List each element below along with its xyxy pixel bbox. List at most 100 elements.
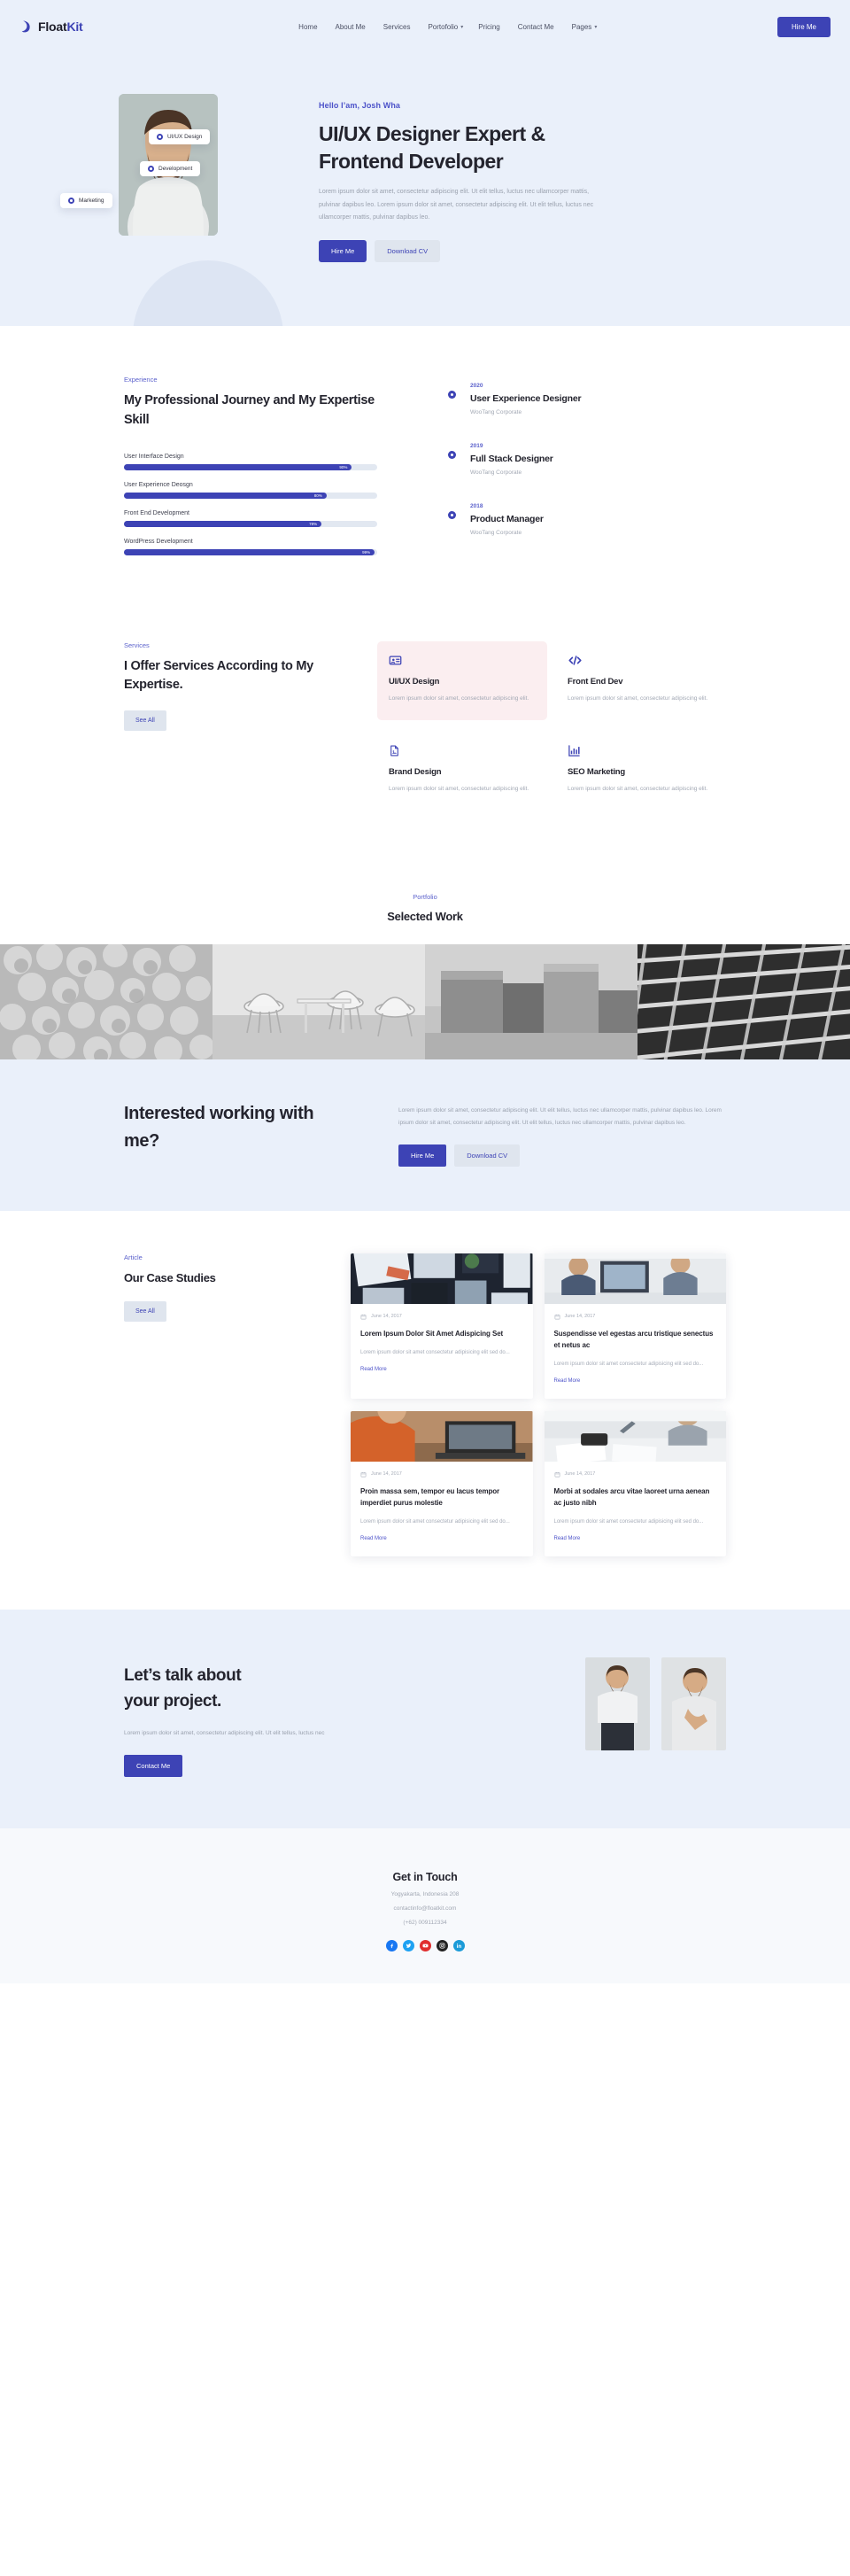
portfolio-item-cubes[interactable]	[425, 944, 638, 1060]
hero-chip-uiux-design: UI/UX Design	[149, 129, 211, 144]
portfolio-item-grid-ceiling[interactable]	[638, 944, 850, 1060]
twitter-icon	[406, 1944, 411, 1949]
article-read-more-link[interactable]: Read More	[360, 1367, 387, 1372]
article-date-text: June 14, 2017	[371, 1314, 402, 1320]
service-card-seo-marketing[interactable]: SEO Marketing Lorem ipsum dolor sit amet…	[556, 732, 726, 811]
article-card[interactable]: June 14, 2017 Morbi at sodales arcu vita…	[544, 1410, 726, 1556]
footer-phone[interactable]: (+62) 009112334	[0, 1920, 850, 1926]
article-read-more-link[interactable]: Read More	[360, 1536, 387, 1541]
social-link-twitter[interactable]	[402, 1940, 414, 1952]
nav-hire-me-button[interactable]: Hire Me	[777, 16, 831, 37]
bullet-dot-icon	[157, 134, 163, 140]
timeline-year: 2019	[470, 443, 483, 450]
timeline-dot-icon	[448, 451, 456, 460]
portfolio-item-chairs[interactable]	[212, 944, 425, 1060]
hero-title-line-2: Frontend Developer	[319, 149, 504, 173]
article-date-text: June 14, 2017	[564, 1471, 596, 1478]
hero-description: Lorem ipsum dolor sit amet, consectetur …	[319, 189, 594, 221]
hero-actions: Hire Me Download CV	[319, 240, 779, 263]
social-link-instagram[interactable]	[436, 1940, 448, 1952]
talk-photo-thinking	[661, 1657, 726, 1750]
timeline-company: WooTang Corporate	[470, 530, 522, 537]
nav-links: Home About Me Services Portofolio ▾ Prici…	[263, 23, 597, 31]
chevron-down-icon: ▾	[594, 24, 598, 30]
nav-item-about-me[interactable]: About Me	[336, 23, 368, 31]
article-thumbnail	[544, 1410, 726, 1462]
article-card[interactable]: June 14, 2017 Proin massa sem, tempor eu…	[351, 1410, 533, 1556]
article-thumbnail	[351, 1410, 533, 1462]
man-orange-shirt-laptop-image	[351, 1410, 533, 1462]
article-date: June 14, 2017	[360, 1314, 523, 1320]
portfolio-label: Portfolio	[413, 892, 437, 901]
article-read-more-link[interactable]: Read More	[554, 1378, 581, 1384]
social-link-youtube[interactable]	[419, 1940, 431, 1952]
two-men-at-computer-image	[544, 1253, 726, 1304]
service-card-brand-design[interactable]: Brand Design Lorem ipsum dolor sit amet,…	[377, 732, 547, 811]
skill-percent: 78%	[309, 521, 318, 526]
article-excerpt: Lorem ipsum dolor sit amet consectetur a…	[553, 1519, 704, 1525]
nav-item-services[interactable]: Services	[383, 23, 413, 31]
timeline-year: 2018	[470, 503, 483, 510]
talk-title-line-2: your project.	[124, 1692, 221, 1711]
cta-hire-me-button[interactable]: Hire Me	[398, 1144, 447, 1167]
bullet-dot-icon	[68, 198, 74, 204]
calendar-icon	[360, 1314, 367, 1320]
service-card-uiux-design[interactable]: UI/UX Design Lorem ipsum dolor sit amet,…	[377, 640, 547, 721]
calendar-icon	[360, 1471, 367, 1478]
article-date: June 14, 2017	[554, 1471, 717, 1478]
nav-item-pricing[interactable]: Pricing	[478, 23, 502, 31]
experience-heading: My Professional Journey and My Expertise…	[124, 393, 375, 427]
nav-item-portofolio[interactable]: Portofolio ▾	[428, 23, 463, 31]
social-link-facebook[interactable]	[385, 1940, 398, 1952]
nav-item-pages[interactable]: Pages ▾	[572, 23, 598, 31]
portfolio-item-spheres[interactable]	[0, 944, 212, 1060]
timeline-role: Full Stack Designer	[470, 454, 553, 465]
service-description: Lorem ipsum dolor sit amet, consectetur …	[568, 694, 708, 702]
services-see-all-button[interactable]: See All	[124, 710, 166, 732]
services-heading: I Offer Services According to My Experti…	[124, 658, 313, 693]
cta-download-cv-button[interactable]: Download CV	[454, 1144, 521, 1167]
nav-item-contact-me[interactable]: Contact Me	[518, 23, 557, 31]
hero-download-cv-button[interactable]: Download CV	[375, 240, 441, 263]
meeting-desk-papers-image	[544, 1410, 726, 1462]
article-read-more-link[interactable]: Read More	[554, 1536, 581, 1541]
article-card[interactable]: June 14, 2017 Suspendisse vel egestas ar…	[544, 1253, 726, 1399]
article-thumbnail	[351, 1253, 533, 1304]
portfolio-section: Portfolio Selected Work	[0, 861, 850, 1060]
hero-chip-development: Development	[140, 161, 201, 176]
service-description: Lorem ipsum dolor sit amet, consectetur …	[389, 694, 529, 702]
timeline-company: WooTang Corporate	[470, 409, 522, 416]
article-excerpt: Lorem ipsum dolor sit amet consectetur a…	[553, 1362, 704, 1368]
skill-name: WordPress Development	[124, 538, 193, 545]
social-link-linkedin[interactable]	[452, 1940, 465, 1952]
bullet-dot-icon	[148, 166, 154, 172]
experience-section: Experience My Professional Journey and M…	[0, 326, 850, 602]
nav-item-home[interactable]: Home	[298, 23, 320, 31]
articles-see-all-button[interactable]: See All	[124, 1301, 166, 1323]
skill-progress-track: 99%	[124, 548, 377, 555]
talk-photo-standing	[585, 1657, 650, 1750]
id-card-icon	[389, 656, 402, 665]
articles-section: Article Our Case Studies See All June 14…	[0, 1211, 850, 1610]
timeline-dot-icon	[448, 511, 456, 520]
experience-label: Experience	[124, 376, 158, 384]
skill-item: WordPress Development 99%	[124, 539, 377, 555]
hero-title-line-1: UI/UX Designer Expert &	[319, 122, 545, 145]
article-date: June 14, 2017	[554, 1314, 717, 1320]
article-title: Morbi at sodales arcu vitae laoreet urna…	[553, 1486, 710, 1507]
article-date-text: June 14, 2017	[371, 1471, 402, 1478]
timeline-role: User Experience Designer	[470, 393, 582, 405]
brand-logo[interactable]: FloatKit	[19, 19, 83, 34]
article-card[interactable]: June 14, 2017 Lorem Ipsum Dolor Sit Amet…	[351, 1253, 533, 1399]
article-date-text: June 14, 2017	[564, 1314, 596, 1320]
timeline-item: 2019 Full Stack Designer WooTang Corpora…	[448, 443, 726, 476]
moon-logo-icon	[21, 20, 30, 33]
contact-me-button[interactable]: Contact Me	[124, 1755, 183, 1778]
skill-item: User Experience Deosgn 80%	[124, 482, 377, 499]
article-title: Lorem Ipsum Dolor Sit Amet Adispicing Se…	[360, 1329, 504, 1338]
talk-title-line-1: Let’s talk about	[124, 1665, 242, 1685]
hero-hire-me-button[interactable]: Hire Me	[319, 240, 367, 263]
service-card-front-end-dev[interactable]: Front End Dev Lorem ipsum dolor sit amet…	[556, 641, 726, 721]
service-title: Brand Design	[389, 767, 442, 778]
footer-email[interactable]: contactinfo@floatkit.com	[0, 1905, 850, 1912]
